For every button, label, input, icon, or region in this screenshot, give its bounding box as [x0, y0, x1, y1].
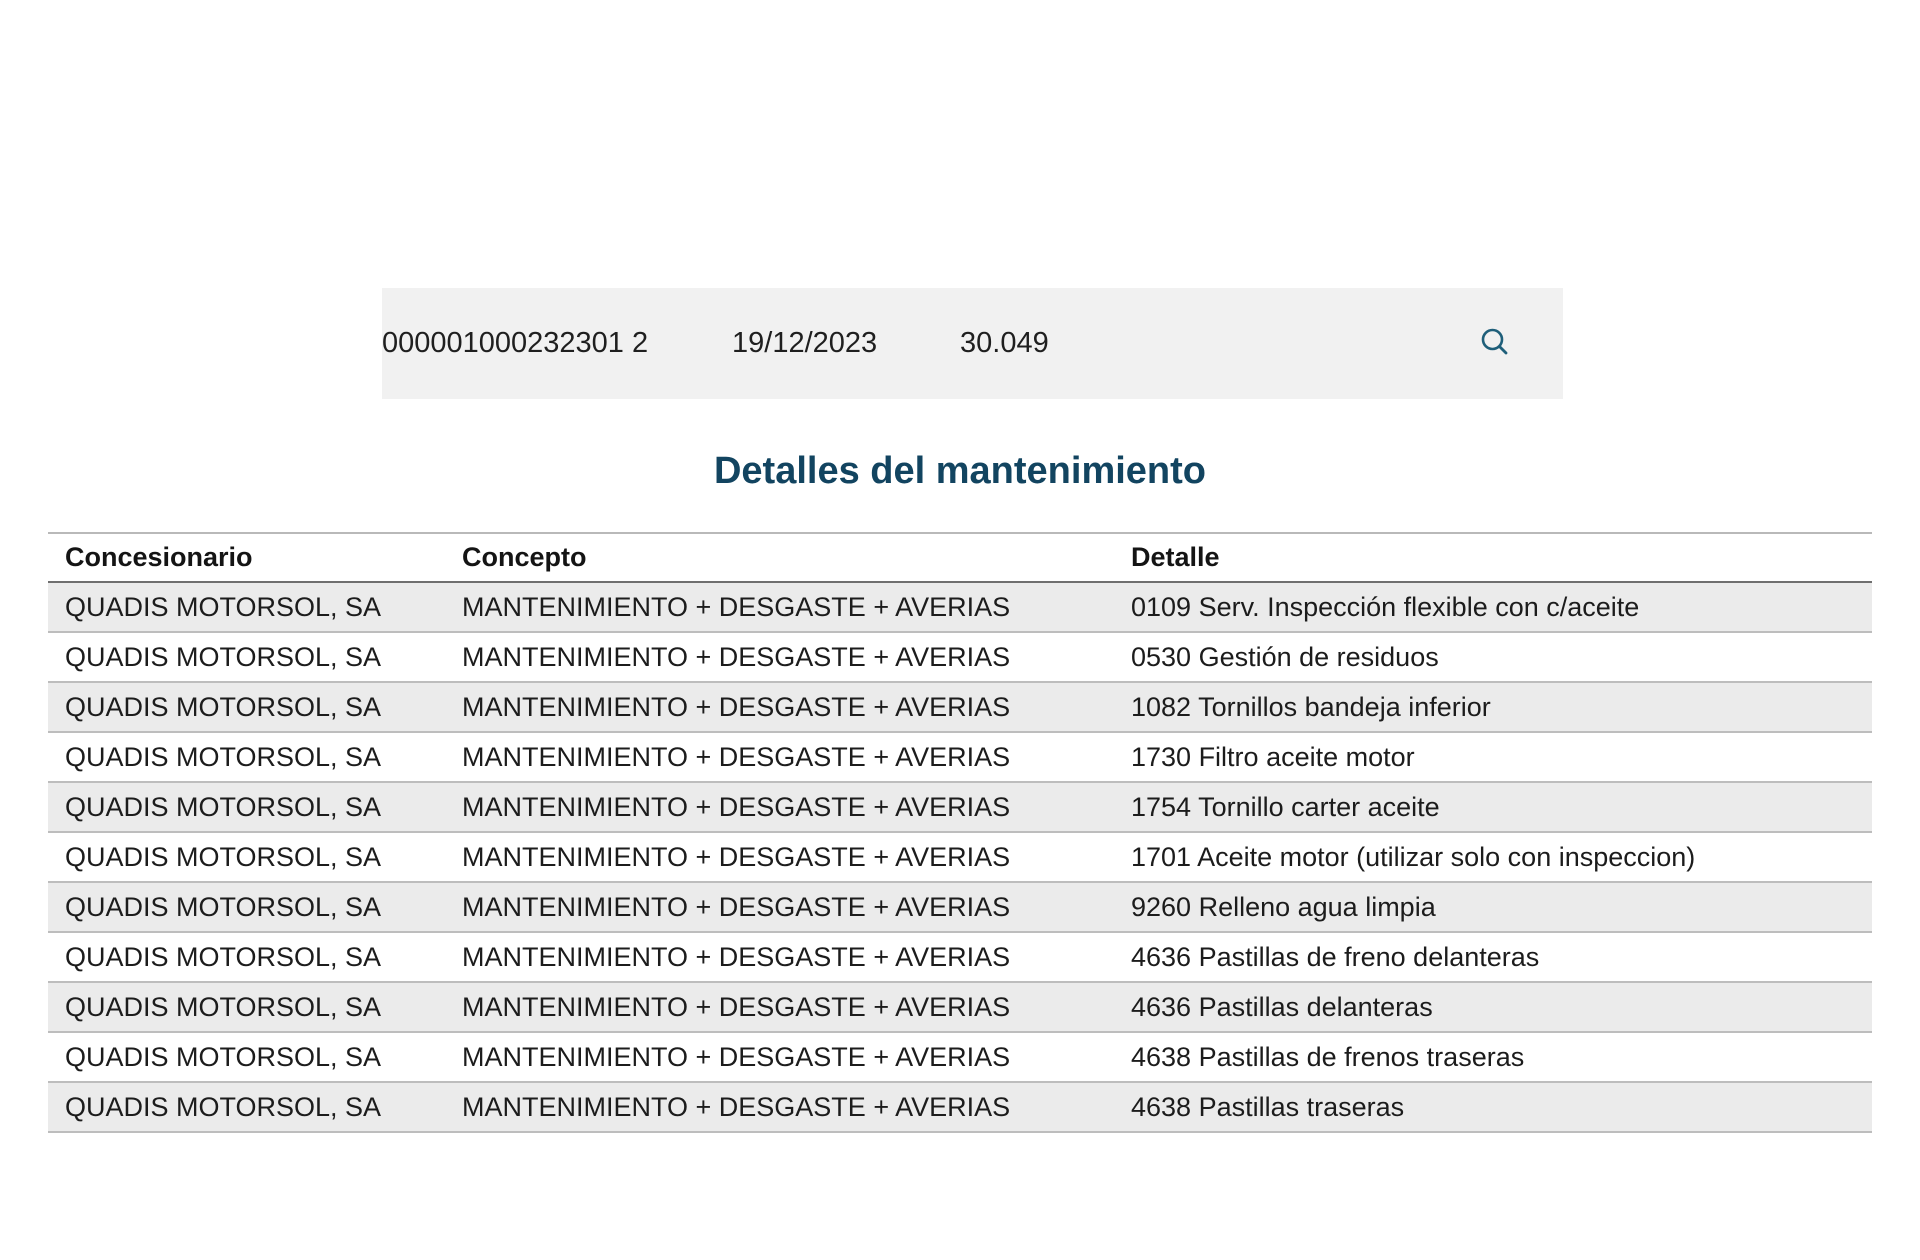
table-header-row: Concesionario Concepto Detalle [48, 534, 1872, 583]
concept-cell: MANTENIMIENTO + DESGASTE + AVERIAS [462, 842, 1011, 872]
dealer-cell: QUADIS MOTORSOL, SA [65, 692, 382, 722]
table-row: QUADIS MOTORSOL, SA MANTENIMIENTO + DESGA… [48, 1083, 1872, 1133]
dealer-cell: QUADIS MOTORSOL, SA [65, 792, 382, 822]
table-row: QUADIS MOTORSOL, SA MANTENIMIENTO + DESGA… [48, 983, 1872, 1033]
maintenance-summary-bar: 000001000232301 2 19/12/2023 30.049 [382, 288, 1563, 399]
order-number: 000001000232301 2 [382, 327, 649, 359]
dealer-cell: QUADIS MOTORSOL, SA [65, 742, 382, 772]
concept-cell: MANTENIMIENTO + DESGASTE + AVERIAS [462, 1092, 1011, 1122]
column-header-dealer: Concesionario [65, 542, 253, 572]
dealer-cell: QUADIS MOTORSOL, SA [65, 942, 382, 972]
detail-cell: 4636 Pastillas de freno delanteras [1131, 942, 1540, 972]
detail-cell: 1730 Filtro aceite motor [1131, 742, 1415, 772]
detail-cell: 0530 Gestión de residuos [1131, 642, 1439, 672]
dealer-cell: QUADIS MOTORSOL, SA [65, 1092, 382, 1122]
section-title: Detalles del mantenimiento [713, 450, 1206, 492]
concept-cell: MANTENIMIENTO + DESGASTE + AVERIAS [462, 992, 1011, 1022]
detail-cell: 9260 Relleno agua limpia [1131, 892, 1436, 922]
table-row: QUADIS MOTORSOL, SA MANTENIMIENTO + DESGA… [48, 633, 1872, 683]
detail-cell: 4636 Pastillas delanteras [1131, 992, 1433, 1022]
dealer-cell: QUADIS MOTORSOL, SA [65, 642, 382, 672]
concept-cell: MANTENIMIENTO + DESGASTE + AVERIAS [462, 692, 1011, 722]
dealer-cell: QUADIS MOTORSOL, SA [65, 892, 382, 922]
concept-cell: MANTENIMIENTO + DESGASTE + AVERIAS [462, 1042, 1011, 1072]
concept-cell: MANTENIMIENTO + DESGASTE + AVERIAS [462, 942, 1011, 972]
dealer-cell: QUADIS MOTORSOL, SA [65, 842, 382, 872]
concept-cell: MANTENIMIENTO + DESGASTE + AVERIAS [462, 792, 1011, 822]
table-row: QUADIS MOTORSOL, SA MANTENIMIENTO + DESGA… [48, 583, 1872, 633]
detail-cell: 4638 Pastillas traseras [1131, 1092, 1405, 1122]
concept-cell: MANTENIMIENTO + DESGASTE + AVERIAS [462, 742, 1011, 772]
detail-cell: 1701 Aceite motor (utilizar solo con ins… [1131, 842, 1696, 872]
concept-cell: MANTENIMIENTO + DESGASTE + AVERIAS [462, 642, 1011, 672]
dealer-cell: QUADIS MOTORSOL, SA [65, 1042, 382, 1072]
detail-cell: 1082 Tornillos bandeja inferior [1131, 692, 1491, 722]
detail-cell: 1754 Tornillo carter aceite [1131, 792, 1440, 822]
table-row: QUADIS MOTORSOL, SA MANTENIMIENTO + DESGA… [48, 683, 1872, 733]
column-header-concept: Concepto [462, 542, 587, 572]
search-icon [1481, 328, 1508, 355]
mileage-value: 30.049 [960, 327, 1049, 359]
concept-cell: MANTENIMIENTO + DESGASTE + AVERIAS [462, 892, 1011, 922]
maintenance-details-table: Concesionario Concepto Detalle QUADIS MO… [48, 532, 1872, 1133]
table-row: QUADIS MOTORSOL, SA MANTENIMIENTO + DESGA… [48, 1033, 1872, 1083]
search-button[interactable] [1473, 320, 1517, 364]
dealer-cell: QUADIS MOTORSOL, SA [65, 592, 382, 622]
table-row: QUADIS MOTORSOL, SA MANTENIMIENTO + DESGA… [48, 933, 1872, 983]
table-row: QUADIS MOTORSOL, SA MANTENIMIENTO + DESGA… [48, 883, 1872, 933]
detail-cell: 0109 Serv. Inspección flexible con c/ace… [1131, 592, 1640, 622]
table-body: QUADIS MOTORSOL, SA MANTENIMIENTO + DESGA… [48, 583, 1872, 1133]
table-row: QUADIS MOTORSOL, SA MANTENIMIENTO + DESGA… [48, 783, 1872, 833]
detail-cell: 4638 Pastillas de frenos traseras [1131, 1042, 1525, 1072]
order-date: 19/12/2023 [732, 327, 878, 359]
column-header-detail: Detalle [1131, 542, 1220, 572]
table-row: QUADIS MOTORSOL, SA MANTENIMIENTO + DESGA… [48, 733, 1872, 783]
table-row: QUADIS MOTORSOL, SA MANTENIMIENTO + DESGA… [48, 833, 1872, 883]
concept-cell: MANTENIMIENTO + DESGASTE + AVERIAS [462, 592, 1011, 622]
dealer-cell: QUADIS MOTORSOL, SA [65, 992, 382, 1022]
